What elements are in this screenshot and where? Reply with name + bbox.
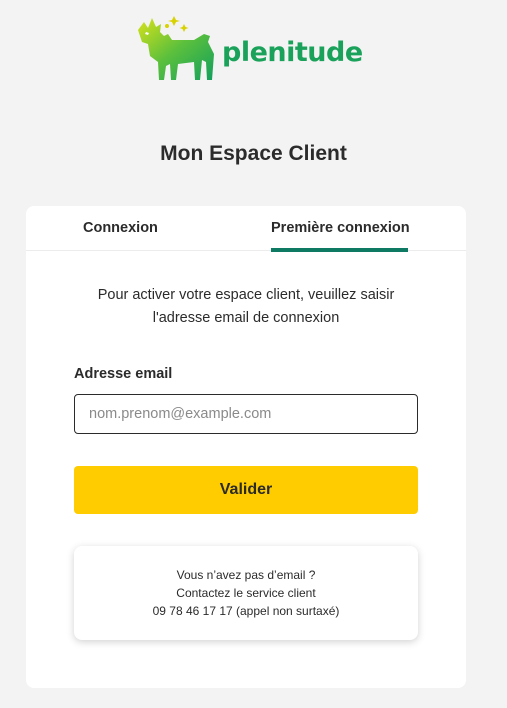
intro-text: Pour activer votre espace client, veuill… — [66, 284, 426, 330]
tab-connexion[interactable]: Connexion — [83, 220, 158, 236]
help-line-2: Contactez le service client — [176, 586, 316, 600]
plenitude-logo[interactable]: plenitude — [134, 10, 364, 90]
tab-bar: Connexion Première connexion — [26, 206, 466, 252]
active-tab-indicator — [271, 248, 408, 252]
six-legged-dog-icon — [138, 16, 214, 80]
help-phone: 09 78 46 17 17 (appel non surtaxé) — [152, 604, 340, 618]
page-title: Mon Espace Client — [160, 142, 347, 165]
help-line-1: Vous n’avez pas d’email ? — [176, 568, 316, 582]
help-box: Vous n’avez pas d’email ? Contactez le s… — [74, 546, 418, 640]
email-field[interactable] — [74, 394, 418, 434]
intro-line-1: Pour activer votre espace client, veuill… — [97, 287, 395, 303]
validate-button[interactable]: Valider — [74, 466, 418, 514]
intro-line-2: l'adresse email de connexion — [152, 310, 340, 326]
tab-premiere-connexion[interactable]: Première connexion — [271, 220, 410, 236]
brand-wordmark: plenitude — [222, 37, 363, 68]
email-label: Adresse email — [74, 366, 173, 382]
activation-card: Connexion Première connexion Pour active… — [26, 206, 466, 688]
